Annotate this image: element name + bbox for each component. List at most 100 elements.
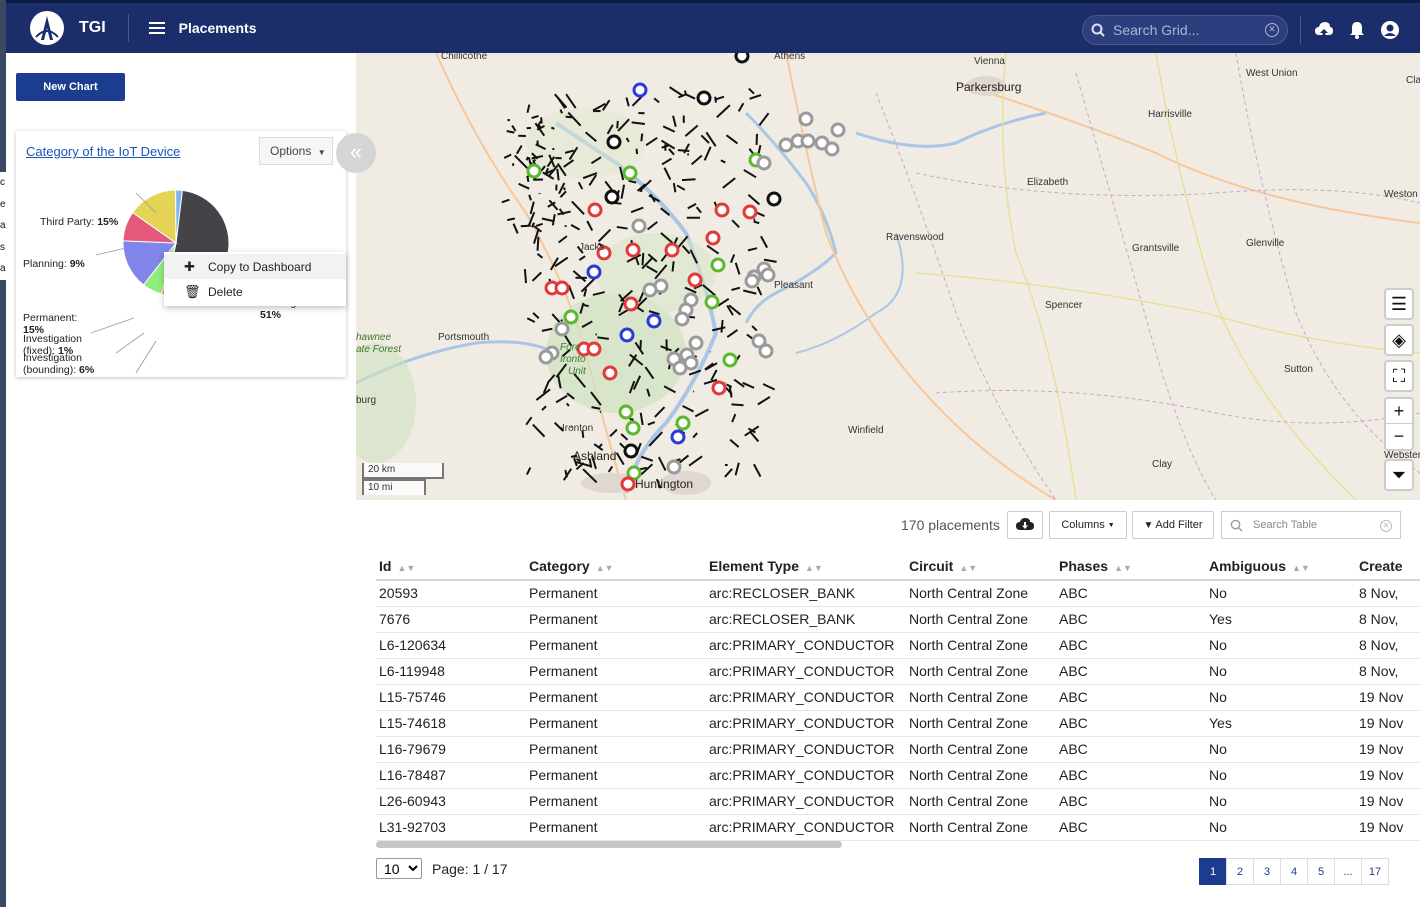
page-button-5[interactable]: 5 xyxy=(1307,858,1335,885)
placement-marker[interactable] xyxy=(687,272,703,288)
placement-marker[interactable] xyxy=(586,341,602,357)
placement-marker[interactable] xyxy=(563,309,579,325)
placement-marker[interactable] xyxy=(642,282,658,298)
placement-marker[interactable] xyxy=(674,311,690,327)
placement-marker[interactable] xyxy=(742,204,758,220)
table-row[interactable]: 7676 Permanent arc:RECLOSER_BANK North Cent… xyxy=(376,606,1420,633)
placement-marker[interactable] xyxy=(704,294,720,310)
placement-marker[interactable] xyxy=(714,202,730,218)
column-header-id[interactable]: Id ▲▼ xyxy=(376,552,526,581)
filter-map-button[interactable]: ⏷ xyxy=(1384,459,1414,491)
table-row[interactable]: L16-78487 Permanent arc:PRIMARY_CONDUCTOR N… xyxy=(376,762,1420,789)
placement-marker[interactable] xyxy=(587,202,603,218)
placement-marker[interactable] xyxy=(683,355,699,371)
placement-marker[interactable] xyxy=(632,82,648,98)
download-button[interactable] xyxy=(1007,511,1043,539)
placement-marker[interactable] xyxy=(778,137,794,153)
placement-marker[interactable] xyxy=(756,155,772,171)
collapse-panel-button[interactable]: « xyxy=(336,133,376,173)
placement-marker[interactable] xyxy=(602,365,618,381)
table-row[interactable]: L15-75746 Permanent arc:PRIMARY_CONDUCTOR N… xyxy=(376,684,1420,711)
placement-marker[interactable] xyxy=(631,218,647,234)
layers-button[interactable]: ◈ xyxy=(1384,324,1414,356)
placement-marker[interactable] xyxy=(606,134,622,150)
placement-marker[interactable] xyxy=(722,352,738,368)
placement-marker[interactable] xyxy=(711,380,727,396)
column-header-ambiguous[interactable]: Ambiguous ▲▼ xyxy=(1206,552,1356,581)
column-header-circuit[interactable]: Circuit ▲▼ xyxy=(906,552,1056,581)
placement-marker[interactable] xyxy=(760,267,776,283)
clear-search-icon[interactable]: ✕ xyxy=(1380,520,1392,532)
page-button-3[interactable]: 3 xyxy=(1253,858,1281,885)
placement-marker[interactable] xyxy=(798,111,814,127)
placement-marker[interactable] xyxy=(830,122,846,138)
menu-item-copy-to-dashboard[interactable]: ✚ Copy to Dashboard xyxy=(164,254,346,279)
placement-marker[interactable] xyxy=(800,133,816,149)
table-row[interactable]: 20593 Permanent arc:RECLOSER_BANK North Cen… xyxy=(376,580,1420,607)
user-avatar-icon[interactable] xyxy=(1380,20,1400,40)
placement-marker[interactable] xyxy=(554,280,570,296)
column-header-category[interactable]: Category ▲▼ xyxy=(526,552,706,581)
new-chart-button[interactable]: New Chart xyxy=(16,73,125,101)
table-row[interactable]: L26-60943 Permanent arc:PRIMARY_CONDUCTOR N… xyxy=(376,788,1420,815)
page-button-last[interactable]: 17 xyxy=(1361,858,1389,885)
chart-title-link[interactable]: Category of the IoT Device xyxy=(26,144,180,159)
placement-marker[interactable] xyxy=(625,420,641,436)
placement-marker[interactable] xyxy=(538,349,554,365)
placement-marker[interactable] xyxy=(623,443,639,459)
placement-marker[interactable] xyxy=(675,415,691,431)
chart-options-button[interactable]: Options ▼ xyxy=(259,137,333,165)
zoom-in-button[interactable]: + xyxy=(1386,399,1412,424)
placement-marker[interactable] xyxy=(623,296,639,312)
table-row[interactable]: L6-119948 Permanent arc:PRIMARY_CONDUCTOR N… xyxy=(376,658,1420,685)
search-grid-input[interactable] xyxy=(1113,22,1263,38)
placement-marker[interactable] xyxy=(758,343,774,359)
columns-button[interactable]: Columns ▼ xyxy=(1049,511,1127,539)
placement-marker[interactable] xyxy=(744,273,760,289)
placement-marker[interactable] xyxy=(618,404,634,420)
placement-marker[interactable] xyxy=(625,242,641,258)
placement-marker[interactable] xyxy=(734,53,750,64)
page-button-2[interactable]: 2 xyxy=(1226,858,1254,885)
zoom-out-button[interactable]: − xyxy=(1386,424,1412,449)
column-header-element-type[interactable]: Element Type ▲▼ xyxy=(706,552,906,581)
page-size-select[interactable]: 10 xyxy=(376,858,422,879)
placement-marker[interactable] xyxy=(766,191,782,207)
menu-item-delete[interactable]: 🗑 Delete xyxy=(164,279,346,304)
fullscreen-button[interactable]: ⛶ xyxy=(1384,360,1414,392)
search-table-input[interactable] xyxy=(1253,519,1373,531)
page-button-1[interactable]: 1 xyxy=(1199,858,1227,885)
column-header-phases[interactable]: Phases ▲▼ xyxy=(1056,552,1206,581)
placement-marker[interactable] xyxy=(622,165,638,181)
legend-list-button[interactable]: ☰ xyxy=(1384,288,1414,320)
map-view[interactable]: Chillicothe Athens Vienna Parkersburg We… xyxy=(356,53,1420,500)
bell-icon[interactable] xyxy=(1347,20,1367,40)
placement-marker[interactable] xyxy=(824,141,840,157)
placement-marker[interactable] xyxy=(586,264,602,280)
horizontal-scrollbar[interactable] xyxy=(376,841,842,848)
app-logo[interactable] xyxy=(30,11,64,45)
menu-icon[interactable] xyxy=(148,22,165,34)
placement-marker[interactable] xyxy=(670,429,686,445)
placement-marker[interactable] xyxy=(619,327,635,343)
placement-marker[interactable] xyxy=(696,90,712,106)
clear-search-icon[interactable]: ✕ xyxy=(1265,23,1279,37)
placement-marker[interactable] xyxy=(554,321,570,337)
page-button-4[interactable]: 4 xyxy=(1280,858,1308,885)
table-row[interactable]: L31-92703 Permanent arc:PRIMARY_CONDUCTOR N… xyxy=(376,814,1420,841)
placement-marker[interactable] xyxy=(705,230,721,246)
column-header-created[interactable]: Create xyxy=(1356,552,1420,581)
placement-marker[interactable] xyxy=(526,163,542,179)
table-row[interactable]: L15-74618 Permanent arc:PRIMARY_CONDUCTOR N… xyxy=(376,710,1420,737)
add-filter-button[interactable]: ▼ Add Filter xyxy=(1132,511,1214,539)
table-row[interactable]: L6-120634 Permanent arc:PRIMARY_CONDUCTOR N… xyxy=(376,632,1420,659)
placement-marker[interactable] xyxy=(664,242,680,258)
placement-marker[interactable] xyxy=(604,189,620,205)
map-canvas[interactable] xyxy=(356,53,1420,500)
cloud-upload-icon[interactable] xyxy=(1314,20,1334,40)
table-row[interactable]: L16-79679 Permanent arc:PRIMARY_CONDUCTOR N… xyxy=(376,736,1420,763)
placement-marker[interactable] xyxy=(646,313,662,329)
placement-marker[interactable] xyxy=(688,335,704,351)
placement-marker[interactable] xyxy=(666,459,682,475)
placement-marker[interactable] xyxy=(710,257,726,273)
